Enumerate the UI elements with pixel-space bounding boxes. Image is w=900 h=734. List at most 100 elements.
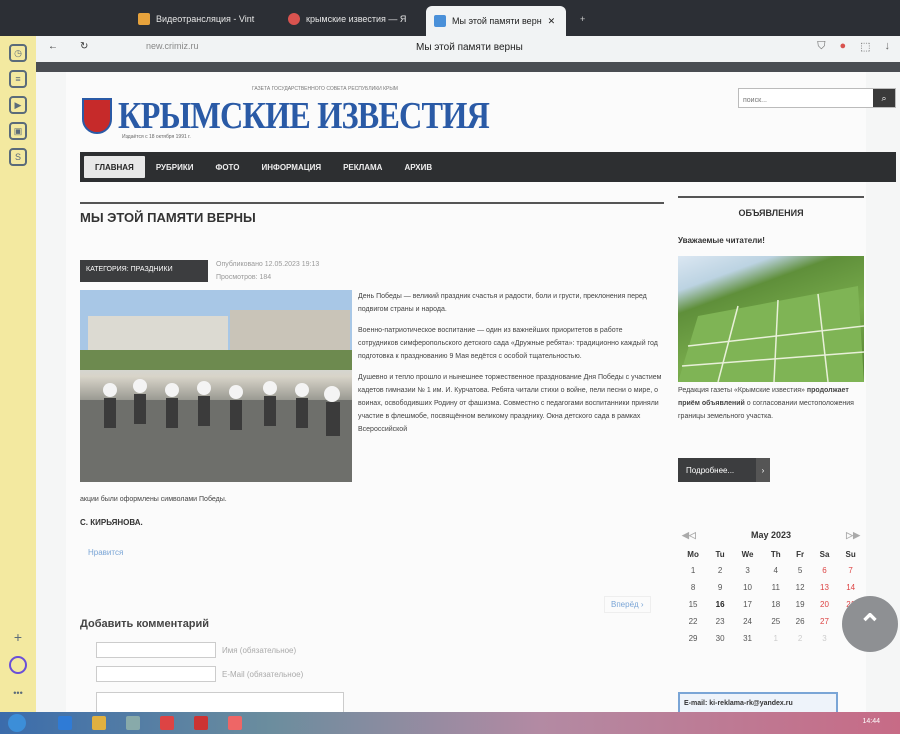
url-field[interactable]: new.crimiz.ru [146, 41, 199, 51]
tab-favicon-icon [434, 15, 446, 27]
ads-email[interactable]: E-mail: ki-reklama-rk@yandex.ru [678, 692, 838, 712]
nav-ads[interactable]: РЕКЛАМА [332, 152, 393, 182]
ads-heading: ОБЪЯВЛЕНИЯ [678, 196, 864, 224]
reload-icon[interactable]: ↻ [80, 41, 88, 52]
land-plot-map [678, 286, 865, 383]
calendar-day[interactable]: 25 [763, 613, 789, 630]
main-nav: ГЛАВНАЯ РУБРИКИ ФОТО ИНФОРМАЦИЯ РЕКЛАМА … [80, 152, 896, 182]
weekday-header: Su [845, 549, 856, 559]
market-icon[interactable]: S [9, 148, 27, 166]
calendar-day[interactable]: 22 [678, 613, 708, 630]
nav-rubrics[interactable]: РУБРИКИ [145, 152, 205, 182]
article-paragraph: Военно-патриотическое воспитание — один … [358, 327, 658, 360]
screenshot-icon[interactable]: ▣ [9, 122, 27, 140]
calendar-day[interactable]: 10 [732, 579, 763, 596]
calendar-day[interactable]: 30 [708, 630, 732, 647]
article-title: МЫ ЭТОЙ ПАМЯТИ ВЕРНЫ [80, 210, 256, 225]
next-month-icon[interactable]: ▷▶ [846, 530, 860, 541]
children-flashmob-photo [80, 290, 352, 482]
close-tab-icon[interactable]: ✕ [548, 16, 556, 27]
calendar-day[interactable]: 12 [789, 579, 812, 596]
ie-icon[interactable] [58, 716, 72, 730]
calendar-day[interactable]: 29 [678, 630, 708, 647]
more-button[interactable]: Подробнее... › [678, 458, 770, 482]
more-icon[interactable]: ••• [9, 684, 27, 702]
site-logo[interactable]: КРЫМСКИЕ ИЗВЕСТИЯ [118, 94, 490, 138]
explorer-icon[interactable] [92, 716, 106, 730]
tab-videotranslation[interactable]: Видеотрансляция - Vint [130, 6, 270, 32]
web-page: ГАЗЕТА ГОСУДАРСТВЕННОГО СОВЕТА РЕСПУБЛИК… [36, 72, 900, 712]
download-icon[interactable]: ↓ [885, 40, 891, 53]
extensions-icon[interactable]: ⬚ [860, 40, 870, 53]
calendar-day[interactable]: 17 [732, 596, 763, 613]
ads-subheading: Уважаемые читатели! [678, 236, 765, 245]
calendar-day[interactable]: 2 [708, 562, 732, 579]
calendar-day[interactable]: 2 [789, 630, 812, 647]
calendar-day[interactable]: 3 [812, 630, 838, 647]
calendar-day[interactable]: 18 [763, 596, 789, 613]
calendar-day[interactable]: 19 [789, 596, 812, 613]
calendar-day[interactable]: 11 [763, 579, 789, 596]
site-container: ГАЗЕТА ГОСУДАРСТВЕННОГО СОВЕТА РЕСПУБЛИК… [66, 72, 898, 712]
prev-month-icon[interactable]: ◀◁ [682, 530, 696, 541]
calendar-day[interactable]: 20 [812, 596, 838, 613]
calendar-day[interactable]: 8 [678, 579, 708, 596]
tab-crimiz-search[interactable]: крымские известия — Я [280, 6, 420, 32]
opera-icon[interactable] [194, 716, 208, 730]
add-panel-icon[interactable]: + [9, 628, 27, 646]
scroll-to-top-button[interactable]: ⌃ [842, 596, 898, 652]
calendar-day[interactable]: 23 [708, 613, 732, 630]
view-count: Просмотров: 184 [216, 274, 272, 281]
calendar-day[interactable]: 16 [708, 596, 732, 613]
email-field[interactable] [96, 666, 216, 682]
calendar-day[interactable]: 15 [678, 596, 708, 613]
calendar-day[interactable]: 9 [708, 579, 732, 596]
calendar-day[interactable]: 14 [837, 579, 864, 596]
article-body: День Победы — великий праздник счастья и… [358, 290, 664, 444]
player-icon[interactable]: ▶ [9, 96, 27, 114]
calendar-day[interactable]: 4 [763, 562, 789, 579]
calendar-day[interactable]: 6 [812, 562, 838, 579]
category-badge[interactable]: КАТЕГОРИЯ: ПРАЗДНИКИ [80, 260, 208, 282]
comment-textarea[interactable] [96, 692, 344, 712]
start-button[interactable] [8, 714, 26, 732]
calendar-day[interactable]: 31 [732, 630, 763, 647]
calendar-day[interactable]: 13 [812, 579, 838, 596]
browser-taskbar-icon[interactable] [228, 716, 242, 730]
nav-photo[interactable]: ФОТО [205, 152, 251, 182]
tab-article-active[interactable]: Мы этой памяти верн ✕ [426, 6, 566, 36]
name-label: Имя (обязательное) [222, 646, 297, 655]
calendar-day[interactable]: 1 [763, 630, 789, 647]
new-tab-button[interactable]: + [572, 6, 592, 32]
weekday-header: Th [770, 549, 781, 559]
weekday-header: Mo [687, 549, 699, 559]
land-plot-image [678, 256, 865, 383]
calendar-day[interactable]: 3 [732, 562, 763, 579]
calendar-day[interactable]: 1 [678, 562, 708, 579]
calendar-day[interactable]: 27 [812, 613, 838, 630]
name-field[interactable] [96, 642, 216, 658]
browser-tab-bar: Видеотрансляция - Vint крымские известия… [0, 0, 900, 36]
calendar-day[interactable]: 5 [789, 562, 812, 579]
yandex-icon[interactable] [160, 716, 174, 730]
shield-icon[interactable]: ⛉ [817, 40, 825, 53]
next-article-button[interactable]: Вперёд › [604, 596, 651, 613]
history-icon[interactable]: ◷ [9, 44, 27, 62]
calendar-day[interactable]: 26 [789, 613, 812, 630]
back-icon[interactable]: ← [48, 41, 58, 52]
nav-info[interactable]: ИНФОРМАЦИЯ [250, 152, 332, 182]
notes-icon[interactable]: ≡ [9, 70, 27, 88]
toolbar-icons: ⛉ ● ⬚ ↓ [817, 40, 890, 53]
nav-archive[interactable]: АРХИВ [393, 152, 443, 182]
search-input[interactable] [739, 91, 875, 110]
tab-favicon-icon [138, 13, 150, 25]
nav-home[interactable]: ГЛАВНАЯ [84, 156, 145, 178]
search-icon[interactable]: ⌕ [873, 89, 895, 107]
calendar-day[interactable]: 7 [837, 562, 864, 579]
media-icon[interactable] [126, 716, 140, 730]
calendar-day[interactable]: 24 [732, 613, 763, 630]
like-button[interactable]: Нравится [88, 548, 123, 557]
alice-icon[interactable] [9, 656, 27, 674]
comment-form-title: Добавить комментарий [80, 618, 210, 630]
adblock-icon[interactable]: ● [839, 40, 846, 53]
